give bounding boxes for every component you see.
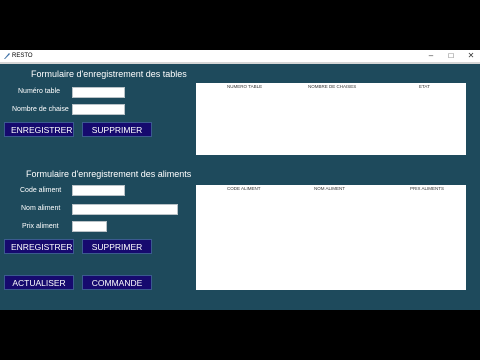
tables-save-button[interactable]: ENREGISTRER [4,122,74,137]
aliments-save-button[interactable]: ENREGISTRER [4,239,74,254]
close-icon[interactable]: ✕ [464,50,478,62]
nombre-chaise-input[interactable] [72,104,125,115]
numero-table-input[interactable] [72,87,125,98]
aliments-delete-button[interactable]: SUPPRIMER [82,239,152,254]
window-title: RESTO [12,53,33,59]
code-aliment-input[interactable] [72,185,125,196]
column-header-numero-table: NUMERO TABLE [227,84,263,89]
column-header-nom-aliment: NOM ALIMENT [314,186,346,191]
numero-table-label: Numéro table [18,88,61,95]
prix-aliment-label: Prix aliment [22,223,59,230]
code-aliment-label: Code aliment [20,187,62,194]
tables-delete-button[interactable]: SUPPRIMER [82,122,152,137]
main-content: Formulaire d'enregistrement des tables N… [0,64,480,310]
minimize-icon[interactable]: – [424,50,438,62]
tables-form-heading: Formulaire d'enregistrement des tables [31,69,187,79]
aliments-form-heading: Formulaire d'enregistrement des aliments [26,169,192,179]
maximize-icon[interactable]: □ [444,50,458,62]
aliments-grid[interactable]: CODE ALIMENT NOM ALIMENT PRIX ALIMENTS [196,185,466,290]
tables-grid[interactable]: NUMERO TABLE NOMBRE DE CHAISES ETAT [196,83,466,155]
column-header-etat: ETAT [419,84,430,89]
nom-aliment-input[interactable] [72,204,178,215]
column-header-code-aliment: CODE ALIMENT [227,186,261,191]
feather-app-icon [4,53,10,59]
title-bar: RESTO – □ ✕ [0,50,480,62]
order-button[interactable]: COMMANDE [82,275,152,290]
column-header-nombre-chaises: NOMBRE DE CHAISES [308,84,357,89]
nombre-chaise-label: Nombre de chaise [12,106,69,113]
nom-aliment-label: Nom aliment [21,205,61,212]
prix-aliment-input[interactable] [72,221,107,232]
app-window: RESTO – □ ✕ Formulaire d'enregistrement … [0,50,480,310]
column-header-prix-aliments: PRIX ALIMENTS [410,186,445,191]
refresh-button[interactable]: ACTUALISER [4,275,74,290]
